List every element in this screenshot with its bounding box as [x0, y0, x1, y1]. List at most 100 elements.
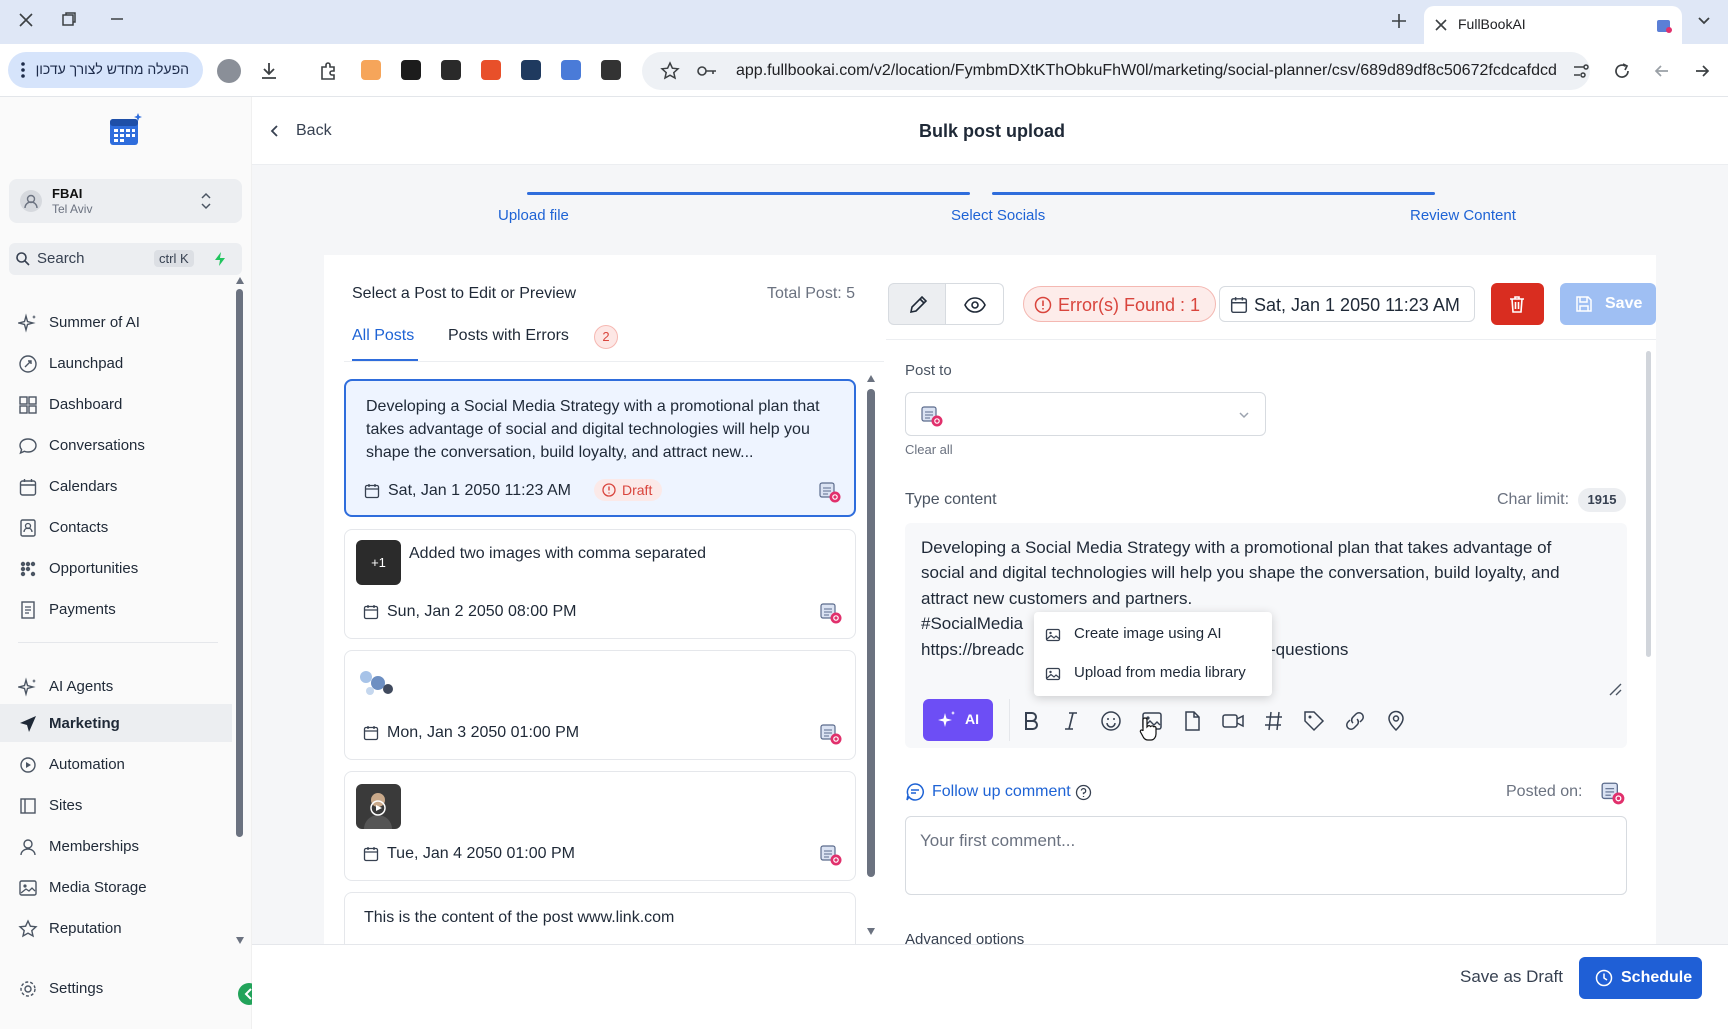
extension-3-icon[interactable] — [441, 60, 461, 80]
sidebar-item-settings[interactable]: Settings — [0, 969, 232, 1007]
video-icon[interactable] — [1221, 709, 1245, 733]
star-icon — [18, 919, 38, 939]
thumbnail-count: +1 — [371, 555, 386, 570]
sidebar-item-summer-of-ai[interactable]: Summer of AI — [0, 303, 232, 341]
menu-item-create-image-ai[interactable]: Create image using AI — [1034, 616, 1272, 652]
edit-mode-button[interactable] — [888, 283, 946, 325]
new-tab-icon[interactable] — [1390, 12, 1408, 30]
extensions-icon[interactable] — [318, 61, 338, 81]
sidebar-item-reputation[interactable]: Reputation — [0, 909, 232, 947]
minimize-window-icon[interactable] — [108, 10, 126, 28]
attach-file-icon[interactable] — [1180, 709, 1204, 733]
post-card[interactable]: This is the content of the post www.link… — [344, 892, 856, 944]
bookmark-star-icon[interactable] — [660, 61, 680, 81]
reload-icon[interactable] — [1612, 61, 1632, 81]
sidebar-item-contacts[interactable]: Contacts — [0, 508, 232, 546]
sidebar-item-label: Calendars — [49, 478, 118, 495]
tab-all-posts[interactable]: All Posts — [352, 327, 414, 345]
sidebar-item-memberships[interactable]: Memberships — [0, 827, 232, 865]
site-settings-icon[interactable] — [1572, 62, 1590, 80]
italic-icon[interactable] — [1059, 709, 1083, 733]
profile-avatar[interactable] — [217, 59, 241, 83]
advanced-options-toggle[interactable]: Advanced options — [905, 930, 1105, 944]
step-upload-file[interactable]: Upload file — [498, 207, 569, 224]
post-card[interactable]: +1 Added two images with comma separated… — [344, 529, 856, 639]
sidebar-item-label: Settings — [49, 980, 104, 997]
sidebar-item-dashboard[interactable]: Dashboard — [0, 385, 232, 423]
help-circle-icon[interactable] — [1075, 784, 1092, 801]
lightning-icon[interactable] — [212, 251, 228, 267]
extension-2-icon[interactable] — [401, 60, 421, 80]
account-switcher[interactable]: FBAI Tel Aviv — [9, 179, 242, 223]
preview-mode-button[interactable] — [946, 283, 1004, 325]
save-as-draft-button[interactable]: Save as Draft — [1460, 967, 1563, 987]
sidebar-item-media-storage[interactable]: Media Storage — [0, 868, 232, 906]
sidebar-item-automation[interactable]: Automation — [0, 745, 232, 783]
address-bar[interactable]: app.fullbookai.com/v2/location/FymbmDXtK… — [642, 52, 1590, 90]
errors-found-button[interactable]: Error(s) Found : 1 — [1023, 286, 1216, 322]
link-icon[interactable] — [1343, 709, 1367, 733]
sidebar-search[interactable]: Search ctrl K — [9, 243, 242, 275]
save-button[interactable]: Save — [1560, 283, 1656, 325]
chat-icon — [18, 436, 38, 456]
social-accounts-select[interactable] — [905, 392, 1266, 436]
clear-all-link[interactable]: Clear all — [905, 442, 953, 457]
emoji-icon[interactable] — [1099, 709, 1123, 733]
sparkle-icon — [18, 313, 38, 333]
ai-assist-button[interactable]: AI — [923, 699, 993, 741]
list-scrollbar[interactable] — [866, 375, 876, 940]
tab-search-chevron-icon[interactable] — [1696, 12, 1712, 28]
bold-icon[interactable] — [1019, 709, 1043, 733]
extension-7-icon[interactable] — [601, 60, 621, 80]
hashtag-icon[interactable] — [1262, 709, 1286, 733]
sidebar-item-calendars[interactable]: Calendars — [0, 467, 232, 505]
editor-scrollbar[interactable] — [1645, 345, 1653, 940]
sidebar-item-sites[interactable]: Sites — [0, 786, 232, 824]
password-key-icon[interactable] — [696, 62, 718, 80]
back-button[interactable]: Back — [268, 117, 348, 145]
sidebar-divider — [18, 642, 218, 643]
tag-icon[interactable] — [1302, 709, 1326, 733]
sparkle-icon — [18, 677, 38, 697]
close-tab-icon[interactable] — [1434, 18, 1448, 32]
schedule-button[interactable]: Schedule — [1579, 957, 1702, 999]
step-review-content[interactable]: Review Content — [1410, 207, 1516, 224]
close-window-icon[interactable] — [16, 10, 36, 30]
back-arrow-icon[interactable] — [1652, 61, 1672, 81]
post-card[interactable]: Developing a Social Media Strategy with … — [344, 379, 856, 517]
extension-4-icon[interactable] — [481, 60, 501, 80]
tab-posts-with-errors[interactable]: Posts with Errors — [448, 327, 569, 345]
relaunch-button[interactable]: הפעלה מחדש לצורך עדכון — [8, 52, 203, 88]
first-comment-input[interactable]: Your first comment... — [905, 816, 1627, 895]
location-pin-icon[interactable] — [1384, 709, 1408, 733]
instagram-channel-icon — [921, 406, 943, 427]
browser-tab[interactable]: FullBookAI — [1424, 6, 1682, 44]
post-card[interactable]: Mon, Jan 3 2050 01:00 PM — [344, 650, 856, 760]
schedule-date-picker[interactable]: Sat, Jan 1 2050 11:23 AM — [1219, 286, 1475, 322]
download-icon[interactable] — [258, 60, 280, 82]
extension-6-icon[interactable] — [561, 60, 581, 80]
sidebar-item-conversations[interactable]: Conversations — [0, 426, 232, 464]
sidebar-item-payments[interactable]: Payments — [0, 590, 232, 628]
resize-handle-icon[interactable] — [1608, 682, 1622, 696]
sidebar-scrollbar[interactable] — [236, 277, 244, 947]
sidebar-item-label: Opportunities — [49, 560, 139, 577]
step-progress-1 — [527, 192, 970, 195]
post-card[interactable]: Tue, Jan 4 2050 01:00 PM — [344, 771, 856, 881]
char-limit-value: 1915 — [1578, 488, 1626, 512]
sidebar-item-opportunities[interactable]: Opportunities — [0, 549, 232, 587]
sidebar-item-launchpad[interactable]: Launchpad — [0, 344, 232, 382]
menu-item-upload-library[interactable]: Upload from media library — [1034, 655, 1272, 691]
account-location: Tel Aviv — [52, 202, 93, 216]
type-content-label: Type content — [905, 491, 997, 508]
extension-1-icon[interactable] — [361, 60, 381, 80]
restore-window-icon[interactable] — [60, 10, 78, 28]
extension-5-icon[interactable] — [521, 60, 541, 80]
delete-post-button[interactable] — [1491, 283, 1544, 325]
sidebar-item-marketing[interactable]: Marketing — [0, 704, 232, 742]
follow-up-comment-label[interactable]: Follow up comment — [932, 783, 1071, 801]
calendar-icon — [364, 484, 380, 499]
step-select-socials[interactable]: Select Socials — [951, 207, 1045, 224]
sidebar-item-ai-agents[interactable]: AI Agents — [0, 667, 232, 705]
forward-arrow-icon[interactable] — [1692, 61, 1712, 81]
